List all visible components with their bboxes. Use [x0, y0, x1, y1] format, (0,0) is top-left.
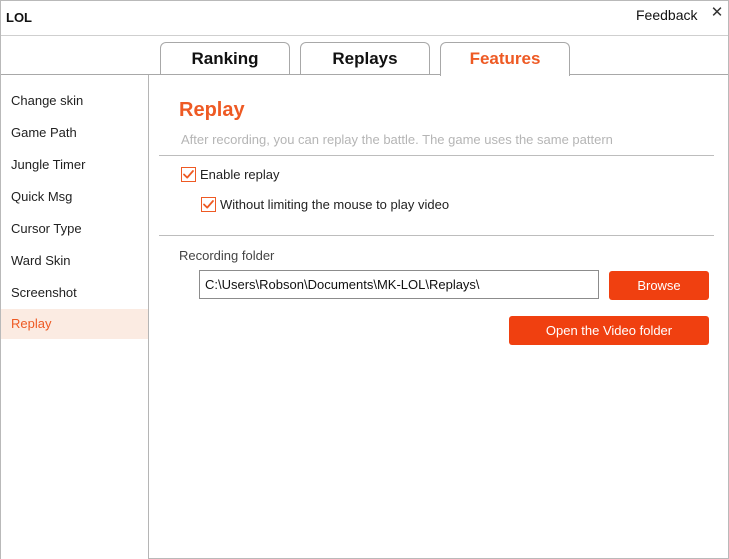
title-bar-divider: [1, 35, 728, 36]
enable-replay-checkbox[interactable]: Enable replay: [181, 167, 280, 182]
replay-panel: Replay After recording, you can replay t…: [150, 75, 728, 559]
close-icon[interactable]: ✕: [709, 4, 725, 22]
sidebar-item-replay[interactable]: Replay: [1, 309, 148, 339]
app-window: LOL Feedback ✕ Ranking Replays Features …: [0, 0, 729, 559]
recording-folder-input[interactable]: [199, 270, 599, 299]
check-icon[interactable]: [181, 167, 196, 182]
browse-button[interactable]: Browse: [609, 271, 709, 300]
sidebar-item-cursor-type[interactable]: Cursor Type: [1, 214, 148, 244]
sidebar: Change skin Game Path Jungle Timer Quick…: [1, 75, 149, 559]
unlimited-mouse-label: Without limiting the mouse to play video: [220, 197, 450, 212]
tab-replays[interactable]: Replays: [300, 42, 430, 75]
recording-folder-label: Recording folder: [179, 248, 275, 263]
unlimited-mouse-checkbox[interactable]: Without limiting the mouse to play video: [201, 197, 449, 212]
title-bar: LOL Feedback ✕: [1, 1, 728, 34]
enable-replay-label: Enable replay: [200, 167, 280, 182]
section-divider: [159, 155, 714, 156]
open-video-folder-button[interactable]: Open the Video folder: [509, 316, 709, 345]
tabs-baseline: [1, 74, 728, 75]
check-icon[interactable]: [201, 197, 216, 212]
sidebar-item-game-path[interactable]: Game Path: [1, 118, 148, 148]
sidebar-item-ward-skin[interactable]: Ward Skin: [1, 246, 148, 276]
tab-ranking[interactable]: Ranking: [160, 42, 290, 75]
sidebar-item-quick-msg[interactable]: Quick Msg: [1, 182, 148, 212]
folder-divider: [159, 235, 714, 236]
section-title: Replay: [179, 99, 245, 121]
sidebar-item-change-skin[interactable]: Change skin: [1, 86, 148, 116]
sidebar-item-jungle-timer[interactable]: Jungle Timer: [1, 150, 148, 180]
app-title: LOL: [6, 10, 32, 25]
tab-features[interactable]: Features: [440, 42, 570, 76]
section-description: After recording, you can replay the batt…: [181, 132, 613, 147]
feedback-link[interactable]: Feedback: [636, 7, 697, 23]
sidebar-item-screenshot[interactable]: Screenshot: [1, 278, 148, 308]
